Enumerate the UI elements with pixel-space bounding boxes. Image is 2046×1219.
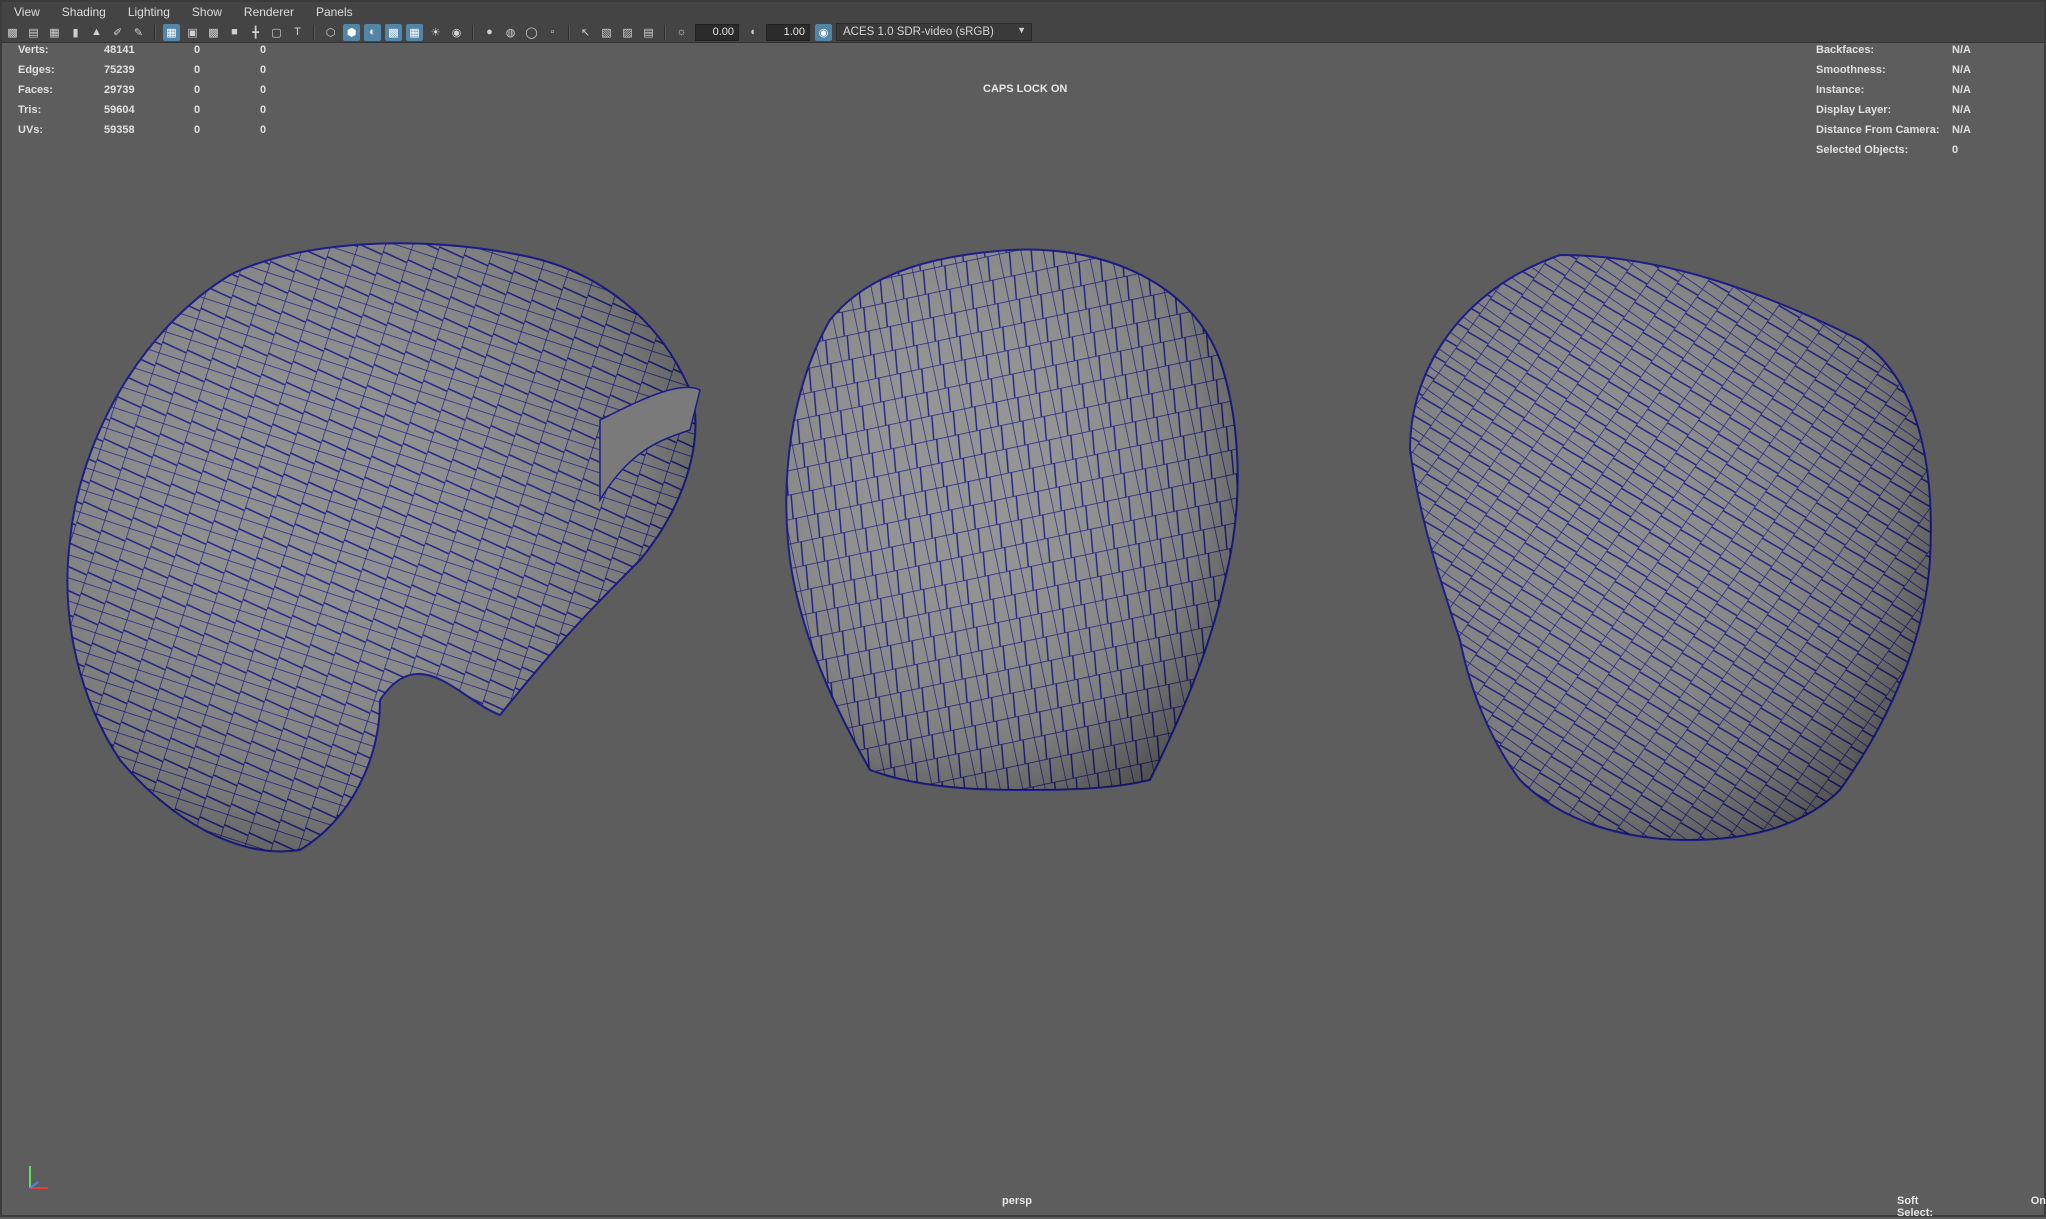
head-mesh-front-view[interactable] <box>785 248 1239 792</box>
head-mesh-back-view[interactable] <box>1408 253 1932 842</box>
head-mesh-side-view[interactable] <box>66 242 701 853</box>
soft-select-status: Soft Select: On <box>1897 1195 2046 1219</box>
soft-select-value: On <box>2030 1195 2046 1207</box>
soft-select-label: Soft Select: <box>1897 1195 1934 1219</box>
camera-name-label: persp <box>1002 1195 1032 1207</box>
viewport-scene[interactable] <box>0 0 2046 1217</box>
axis-gizmo-icon <box>29 1166 48 1189</box>
